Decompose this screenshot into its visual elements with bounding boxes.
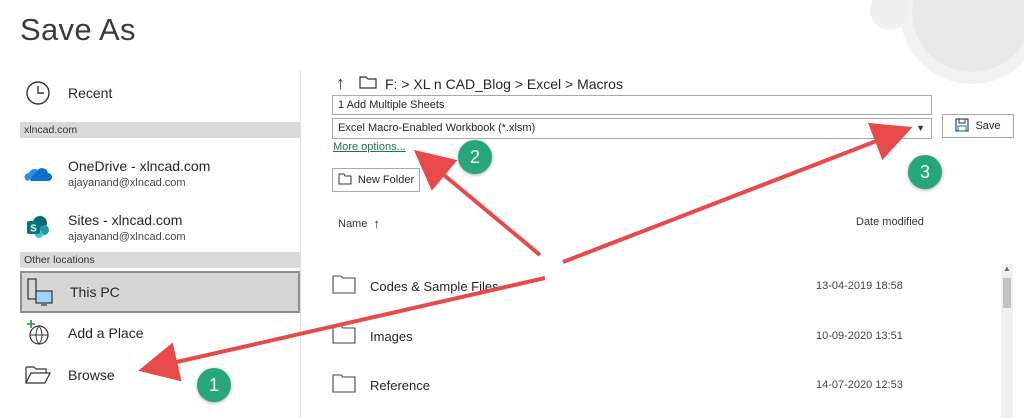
step-badge-3: 3 (908, 155, 942, 189)
annotation-arrow (138, 276, 546, 382)
step-badge-1: 1 (197, 368, 231, 402)
annotation-arrow (562, 122, 913, 264)
annotation-arrows (138, 122, 913, 382)
step-badge-2: 2 (458, 140, 492, 174)
